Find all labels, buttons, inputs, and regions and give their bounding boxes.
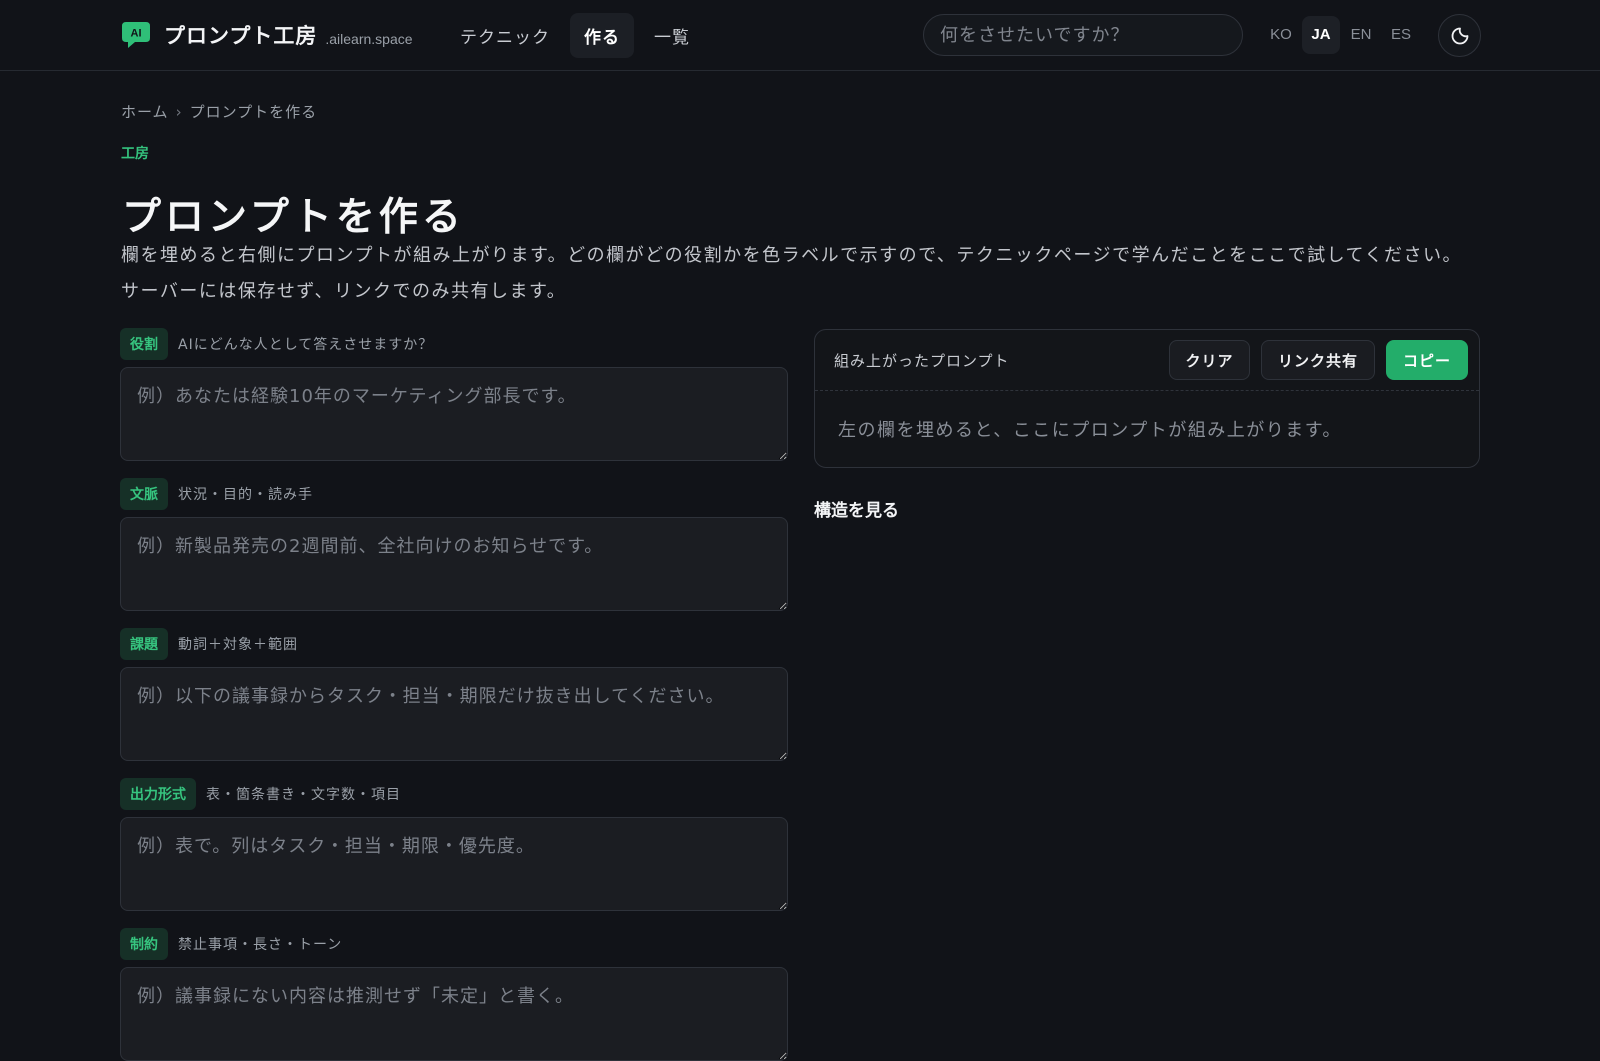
main-nav: テクニック 作る 一覧 — [446, 12, 710, 58]
field-constraints: 制約 禁止事項・長さ・トーン — [120, 928, 788, 1061]
svg-text:AI: AI — [131, 28, 142, 40]
field-tag: 出力形式 — [120, 778, 196, 810]
lang-es[interactable]: ES — [1382, 16, 1420, 54]
lang-en[interactable]: EN — [1342, 16, 1380, 54]
output-format-textarea[interactable] — [120, 817, 788, 911]
field-hint: 表・箇条書き・文字数・項目 — [206, 787, 401, 803]
role-textarea[interactable] — [120, 367, 788, 461]
lang-ja[interactable]: JA — [1302, 16, 1340, 54]
output-panel-header: 組み上がったプロンプト クリア リンク共有 コピー — [815, 330, 1479, 391]
constraints-textarea[interactable] — [120, 967, 788, 1061]
field-context: 文脈 状況・目的・読み手 — [120, 478, 788, 611]
section-eyebrow: 工房 — [121, 146, 149, 162]
page-title: プロンプトを作る — [122, 195, 465, 240]
field-hint: 禁止事項・長さ・トーン — [178, 937, 343, 953]
field-tag: 課題 — [120, 628, 168, 660]
search-input[interactable] — [923, 14, 1243, 56]
field-task: 課題 動詞＋対象＋範囲 — [120, 628, 788, 761]
breadcrumb-home[interactable]: ホーム — [121, 103, 169, 121]
ai-chat-bubble-icon: AI — [122, 22, 150, 48]
brand-domain: .ailearn.space — [325, 31, 413, 47]
context-textarea[interactable] — [120, 517, 788, 611]
output-panel-title: 組み上がったプロンプト — [834, 352, 1010, 370]
output-panel: 組み上がったプロンプト クリア リンク共有 コピー 左の欄を埋めると、ここにプロ… — [814, 329, 1480, 468]
copy-button[interactable]: コピー — [1386, 340, 1468, 380]
breadcrumb-current: プロンプトを作る — [189, 103, 318, 121]
brand-name: プロンプト工房 — [164, 24, 318, 48]
nav-techniques[interactable]: テクニック — [446, 13, 564, 58]
field-output-format: 出力形式 表・箇条書き・文字数・項目 — [120, 778, 788, 911]
share-link-button[interactable]: リンク共有 — [1261, 340, 1375, 380]
language-switcher: KO JA EN ES — [1262, 16, 1422, 54]
field-hint: AIにどんな人として答えさせますか？ — [178, 337, 434, 353]
view-structure-toggle[interactable]: 構造を見る — [814, 496, 899, 521]
task-textarea[interactable] — [120, 667, 788, 761]
field-role: 役割 AIにどんな人として答えさせますか？ — [120, 328, 788, 461]
theme-toggle-button[interactable] — [1438, 14, 1481, 57]
top-header: AI プロンプト工房 .ailearn.space テクニック 作る 一覧 KO… — [0, 0, 1600, 71]
field-tag: 文脈 — [120, 478, 168, 510]
field-hint: 状況・目的・読み手 — [178, 487, 313, 503]
field-tag: 制約 — [120, 928, 168, 960]
output-empty-state: 左の欄を埋めると、ここにプロンプトが組み上がります。 — [838, 420, 1342, 441]
breadcrumb: ホーム › プロンプトを作る — [121, 101, 317, 122]
lang-ko[interactable]: KO — [1262, 16, 1300, 54]
brand-logo[interactable]: AI プロンプト工房 .ailearn.space — [120, 18, 413, 52]
nav-list[interactable]: 一覧 — [640, 13, 704, 58]
nav-create[interactable]: 作る — [570, 12, 634, 58]
page-description: 欄を埋めると右側にプロンプトが組み上がります。どの欄がどの役割かを色ラベルで示す… — [121, 245, 1462, 302]
clear-button[interactable]: クリア — [1169, 340, 1250, 380]
moon-icon — [1451, 27, 1468, 44]
field-tag: 役割 — [120, 328, 168, 360]
field-hint: 動詞＋対象＋範囲 — [178, 637, 298, 653]
breadcrumb-separator: › — [175, 103, 183, 121]
